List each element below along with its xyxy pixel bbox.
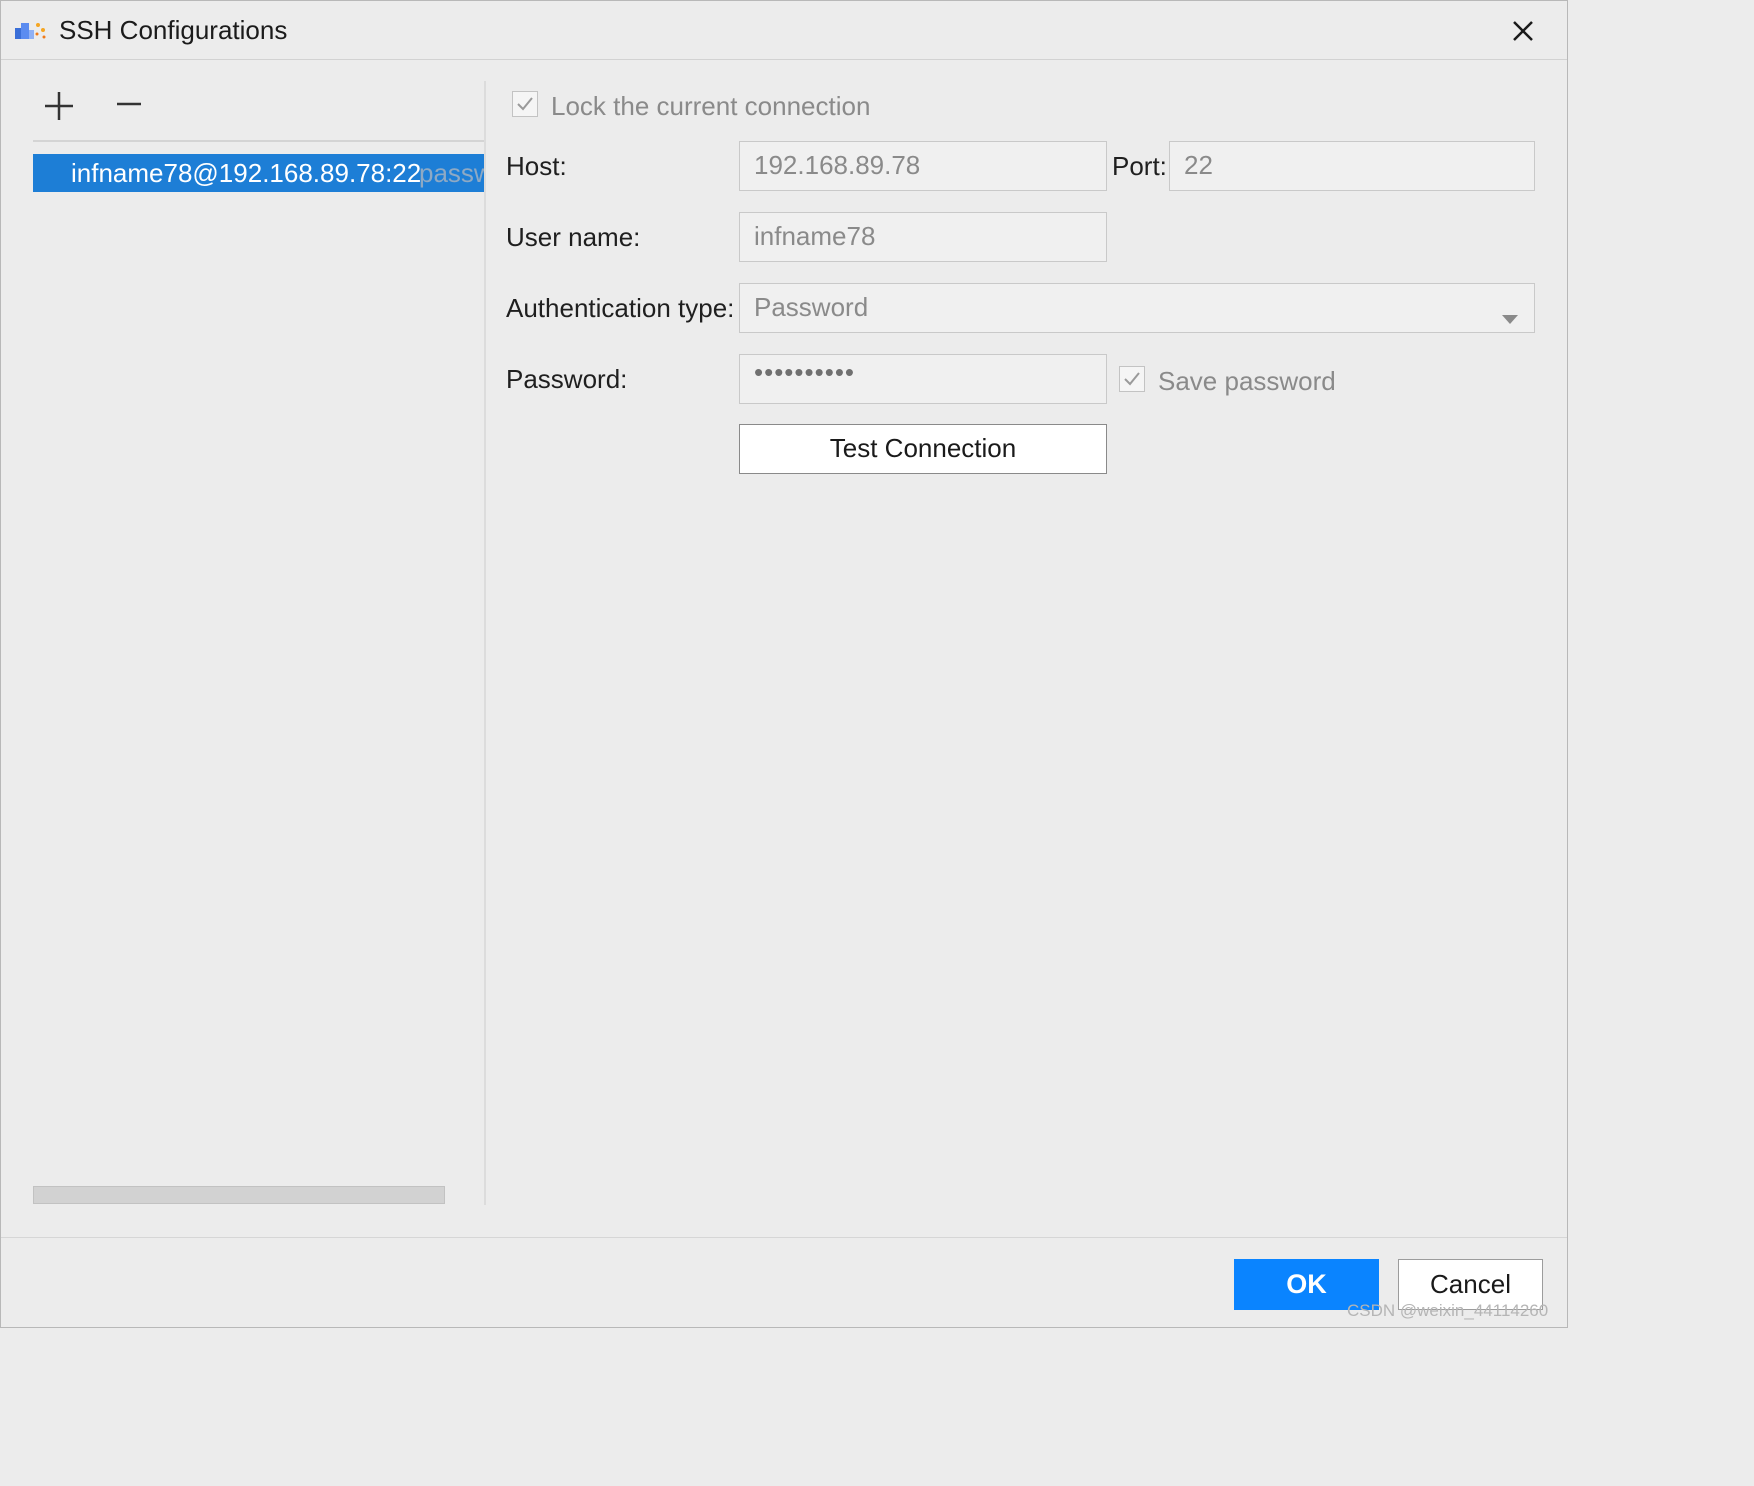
horizontal-scrollbar[interactable] — [33, 1186, 445, 1204]
window-title: SSH Configurations — [59, 15, 288, 45]
lock-connection-label: Lock the current connection — [551, 91, 871, 121]
port-label: Port: — [1112, 151, 1167, 181]
password-input[interactable]: •••••••••• — [739, 354, 1107, 404]
test-connection-button[interactable]: Test Connection — [739, 424, 1107, 474]
title-bar: SSH Configurations — [1, 1, 1567, 60]
password-value: •••••••••• — [754, 357, 856, 387]
auth-type-label: Authentication type: — [506, 293, 735, 323]
list-divider — [33, 140, 484, 142]
connection-label: infname78@192.168.89.78:22 — [71, 158, 422, 188]
host-label: Host: — [506, 151, 567, 181]
connections-panel: infname78@192.168.89.78:22 password — [1, 60, 484, 1210]
username-input[interactable]: infname78 — [739, 212, 1107, 262]
watermark: CSDN @weixin_44114260 — [1347, 1301, 1549, 1320]
chevron-down-icon — [1500, 302, 1520, 324]
password-label: Password: — [506, 364, 628, 394]
connection-auth-hint: password — [419, 158, 484, 188]
minus-icon[interactable] — [109, 84, 149, 124]
panel-divider — [484, 81, 486, 1205]
host-value: 192.168.89.78 — [754, 150, 921, 180]
username-label: User name: — [506, 222, 641, 252]
port-value: 22 — [1184, 150, 1213, 180]
host-input[interactable]: 192.168.89.78 — [739, 141, 1107, 191]
ssh-configurations-dialog: SSH Configurations infname78@192.168.89.… — [0, 0, 1568, 1328]
save-password-checkbox[interactable] — [1119, 366, 1145, 392]
port-input[interactable]: 22 — [1169, 141, 1535, 191]
plus-icon[interactable] — [39, 86, 79, 126]
auth-type-value: Password — [754, 292, 869, 322]
auth-type-select[interactable]: Password — [739, 283, 1535, 333]
save-password-label: Save password — [1158, 366, 1336, 396]
cloud-sparkle-icon — [15, 19, 47, 41]
close-icon[interactable] — [1501, 9, 1545, 53]
list-item-connection[interactable]: infname78@192.168.89.78:22 password — [33, 154, 484, 192]
lock-connection-checkbox[interactable] — [512, 91, 538, 117]
footer-divider — [1, 1237, 1567, 1238]
username-value: infname78 — [754, 221, 876, 251]
